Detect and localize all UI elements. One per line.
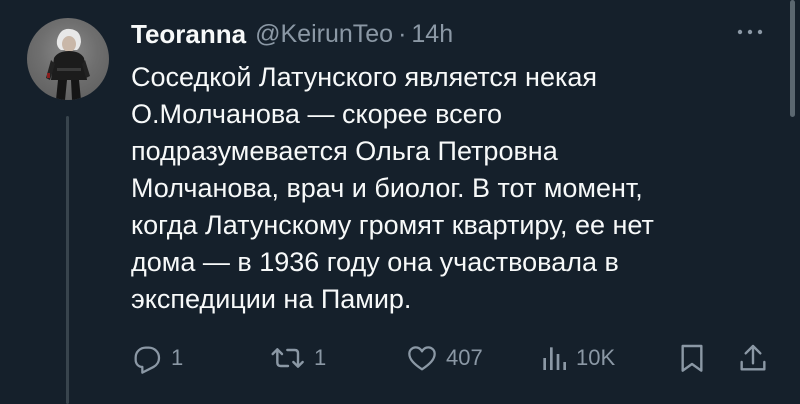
share-button[interactable] — [737, 338, 769, 378]
tweet-actions: 1 1 407 10K — [0, 338, 800, 378]
avatar-figure — [46, 28, 90, 100]
more-button[interactable] — [736, 24, 764, 40]
bookmark-button[interactable] — [677, 338, 707, 378]
views-count: 10K — [576, 345, 616, 370]
tweet-text-line: Соседкой Латунского является некая — [131, 62, 598, 92]
tweet-text-line: О.Молчанова — скорее всего — [131, 99, 502, 129]
like-count: 407 — [446, 345, 483, 370]
author-display-name[interactable]: Teoranna — [131, 19, 246, 50]
scrollbar[interactable] — [790, 0, 795, 117]
retweet-icon — [271, 348, 304, 368]
tweet-text-line: подразумевается Ольга Петровна — [131, 136, 558, 166]
views-icon — [543, 347, 566, 370]
tweet-text-line: экспедиции на Памир. — [131, 284, 412, 314]
author-handle[interactable]: @KeirunTeo — [255, 20, 393, 49]
tweet[interactable]: Teoranna @KeirunTeo · 14h Соседкой Латун… — [0, 0, 800, 404]
tweet-text-line: дома — в 1936 году она участвовала в — [131, 247, 619, 277]
reply-button[interactable]: 1 — [131, 338, 183, 378]
tweet-text: Соседкой Латунского является некая О.Мол… — [131, 59, 771, 318]
tweet-text-line: Молчанова, врач и биолог. В тот момент, — [131, 173, 643, 203]
like-button[interactable]: 407 — [406, 338, 483, 378]
views-button[interactable]: 10K — [540, 338, 615, 378]
reply-icon — [134, 346, 161, 374]
share-icon — [740, 344, 766, 371]
heart-icon — [408, 346, 436, 371]
retweet-button[interactable]: 1 — [270, 338, 326, 378]
header-separator: · — [398, 19, 407, 48]
tweet-text-line: когда Латунскому громят квартиру, ее нет — [131, 210, 654, 240]
tweet-header: Teoranna @KeirunTeo · 14h — [131, 16, 453, 52]
more-icon — [737, 29, 763, 35]
timestamp[interactable]: 14h — [411, 20, 453, 49]
retweet-count: 1 — [314, 345, 327, 370]
reply-count: 1 — [171, 345, 184, 370]
avatar[interactable] — [27, 18, 109, 100]
bookmark-icon — [681, 344, 703, 372]
